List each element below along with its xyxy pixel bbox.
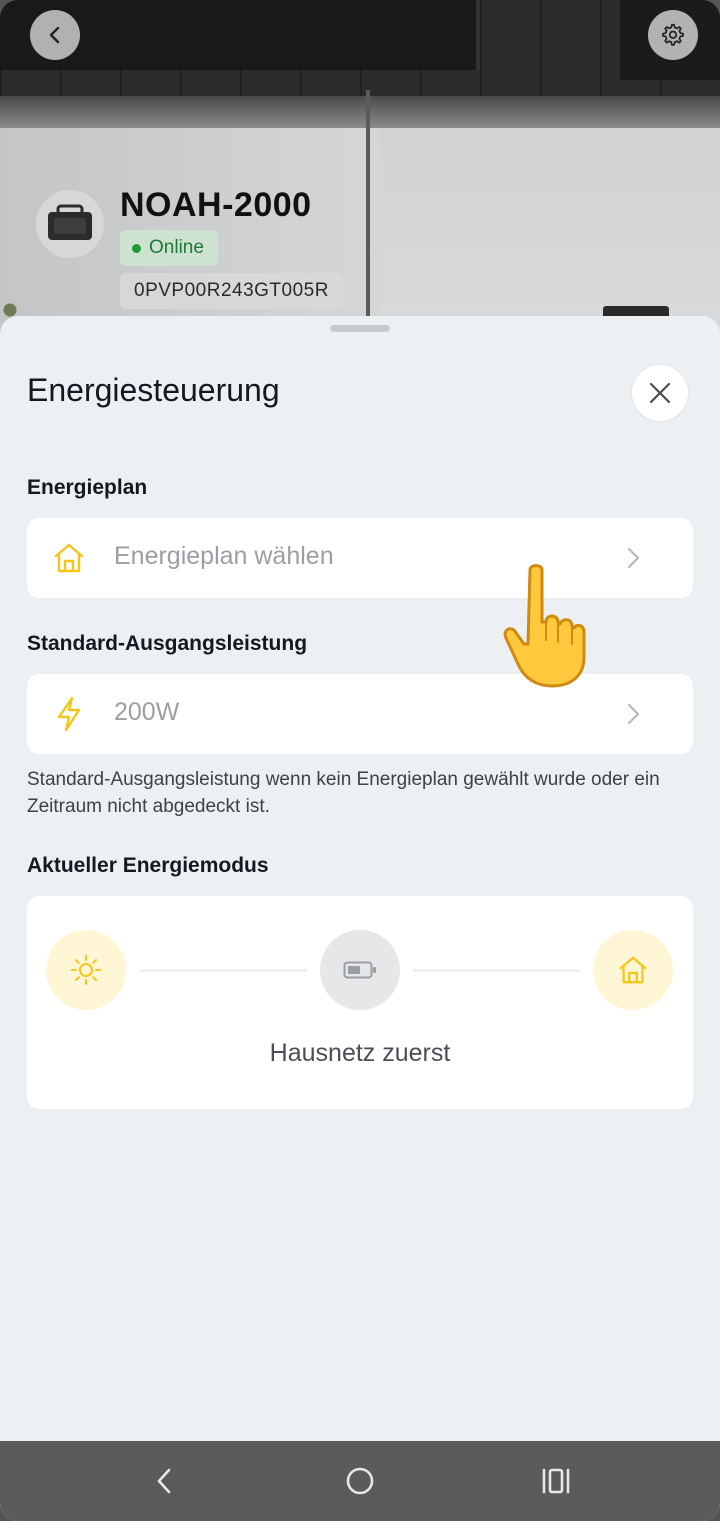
online-dot-icon xyxy=(132,243,141,253)
default-output-label: Standard-Ausgangsleistung xyxy=(27,632,308,655)
current-mode-label: Aktueller Energiemodus xyxy=(27,854,269,877)
default-output-select[interactable]: 200W xyxy=(27,674,693,754)
battery-node xyxy=(320,930,400,1010)
power-station-icon xyxy=(48,204,92,240)
nav-recents-button[interactable] xyxy=(536,1461,576,1501)
flow-line xyxy=(413,969,580,972)
nav-recents-icon xyxy=(542,1468,570,1494)
home-node xyxy=(593,930,673,1010)
nav-back-icon xyxy=(157,1468,171,1494)
nav-home-icon xyxy=(346,1467,374,1495)
serial-number: 0PVP00R243GT005R xyxy=(120,273,343,309)
system-nav-bar xyxy=(0,1441,720,1521)
device-avatar xyxy=(34,188,106,260)
settings-button[interactable] xyxy=(648,10,698,60)
back-button[interactable] xyxy=(30,10,80,60)
status-badge: Online xyxy=(120,230,218,266)
chevron-left-icon xyxy=(49,26,60,44)
energy-plan-label: Energieplan xyxy=(27,476,148,499)
gear-icon xyxy=(662,23,684,46)
nav-home-button[interactable] xyxy=(340,1461,380,1501)
flow-line xyxy=(140,969,307,972)
roof-edge-decor xyxy=(0,96,720,128)
default-output-hint: Standard-Ausgangsleistung wenn kein Ener… xyxy=(27,769,660,817)
home-icon xyxy=(51,540,87,576)
close-button[interactable] xyxy=(631,364,689,422)
sun-icon xyxy=(71,955,101,985)
energy-plan-select[interactable]: Energieplan wählen xyxy=(27,518,693,598)
status-text: Online xyxy=(149,237,204,258)
pointing-hand-icon xyxy=(503,564,586,688)
sheet-drag-handle[interactable] xyxy=(330,325,390,332)
device-name: NOAH-2000 xyxy=(120,186,312,224)
energy-plan-placeholder: Energieplan wählen xyxy=(114,542,334,570)
app-frame: NOAH-2000 Online 0PVP00R243GT005R Energi… xyxy=(0,0,720,1521)
energy-control-sheet: Energiesteuerung Energieplan Energieplan… xyxy=(0,316,720,1441)
cable-decor xyxy=(366,90,370,340)
sun-node xyxy=(46,930,126,1010)
sheet-title: Energiesteuerung xyxy=(27,372,280,408)
lightning-icon xyxy=(51,696,87,732)
current-mode-card: Hausnetz zuerst xyxy=(27,896,693,1109)
device-hero-image: NOAH-2000 Online 0PVP00R243GT005R xyxy=(0,0,720,340)
home-icon xyxy=(619,956,647,984)
current-mode-text: Hausnetz zuerst xyxy=(269,1039,451,1067)
chevron-right-icon xyxy=(627,703,640,725)
nav-back-button[interactable] xyxy=(144,1461,184,1501)
default-output-value: 200W xyxy=(114,698,180,726)
battery-icon xyxy=(343,961,376,979)
close-icon xyxy=(649,382,671,404)
chevron-right-icon xyxy=(627,547,640,569)
